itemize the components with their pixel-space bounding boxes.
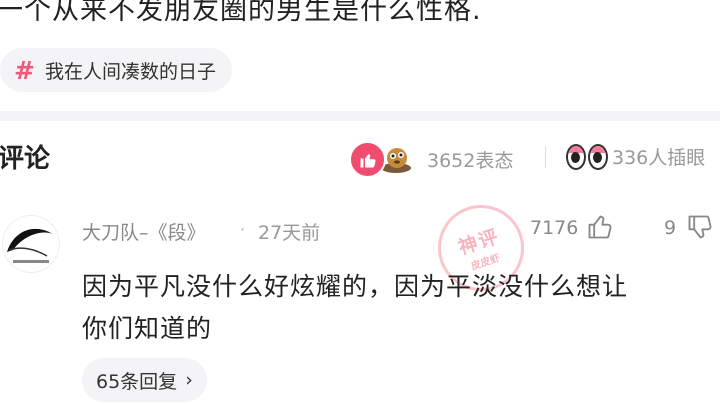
section-divider — [0, 111, 720, 121]
like-count: 7176 — [530, 217, 579, 239]
reaction-count: 3652表态 — [427, 150, 514, 172]
viewer-count[interactable]: 336人插眼 — [612, 143, 705, 170]
header-separator — [545, 146, 546, 168]
hashtag-icon: # — [14, 55, 35, 85]
comments-header: 评论 3652表态 336人插眼 — [0, 138, 720, 178]
comment-text: 因为平凡没什么好炫耀的，因为平淡没什么想让 你们知道的 — [82, 272, 629, 343]
eyes-icon[interactable] — [566, 144, 608, 170]
replies-label: 65条回复 — [96, 370, 178, 393]
thumbs-up-icon[interactable] — [586, 213, 614, 245]
comments-title: 评论 — [0, 144, 51, 174]
meta-separator: · — [240, 220, 246, 239]
dislike-count: 9 — [664, 217, 677, 239]
topic-chip[interactable]: # 我在人间凑数的日子 — [0, 48, 232, 92]
comment-time: 27天前 — [258, 222, 321, 244]
comment-username[interactable]: 大刀队–《段》 — [82, 218, 206, 245]
avatar[interactable] — [2, 215, 60, 273]
post-title: 一个从来不发朋友圈的男生是什么性格. — [0, 0, 482, 26]
view-replies-button[interactable]: 65条回复 › — [82, 358, 207, 402]
chevron-right-icon: › — [185, 369, 193, 391]
thumbs-down-icon[interactable] — [686, 213, 714, 245]
reactions-summary[interactable]: 3652表态 — [349, 141, 513, 178]
topic-label: 我在人间凑数的日子 — [44, 60, 216, 83]
like-reaction-icon — [349, 141, 386, 178]
